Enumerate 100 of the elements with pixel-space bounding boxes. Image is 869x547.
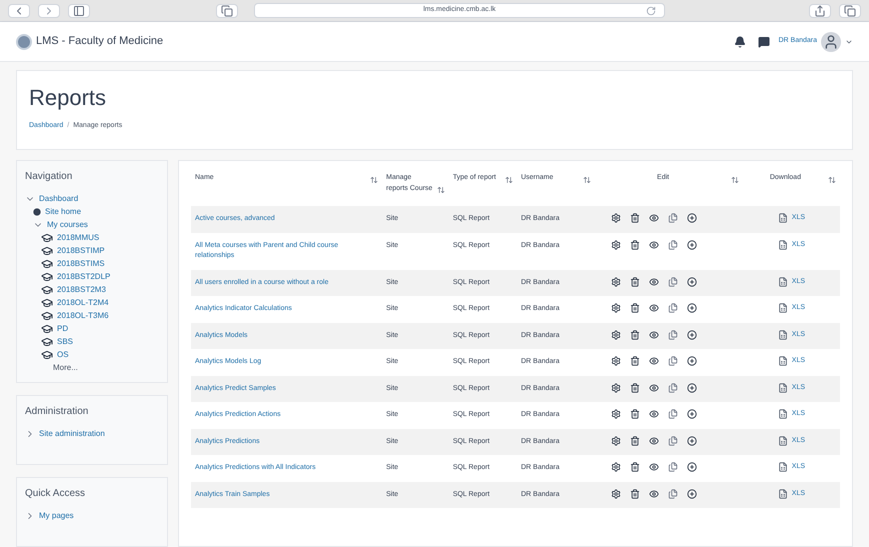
plus-circle-icon[interactable] — [687, 276, 698, 286]
nav-link[interactable]: 2018BSTIMS — [57, 258, 105, 270]
delete-icon[interactable] — [630, 356, 640, 366]
nav-link[interactable]: 2018OL-T3M6 — [57, 310, 109, 322]
notification-icon[interactable] — [734, 36, 746, 48]
delete-icon[interactable] — [630, 488, 640, 498]
plus-circle-icon[interactable] — [687, 382, 698, 392]
copy-icon[interactable] — [668, 382, 678, 392]
eye-icon[interactable] — [649, 436, 660, 446]
plus-circle-icon[interactable] — [687, 488, 698, 498]
eye-icon[interactable] — [649, 356, 660, 366]
eye-icon[interactable] — [649, 276, 660, 286]
settings-icon[interactable] — [611, 462, 622, 472]
eye-icon[interactable] — [649, 330, 660, 340]
sort-icon[interactable] — [504, 176, 513, 184]
copy-icon[interactable] — [668, 213, 678, 223]
nav-link[interactable]: 2018BST2M3 — [57, 284, 106, 296]
settings-icon[interactable] — [611, 303, 622, 313]
copy-icon[interactable] — [668, 462, 678, 472]
user-silhouette-icon — [823, 34, 839, 50]
graduation-cap-icon — [41, 322, 53, 334]
delete-icon[interactable] — [630, 382, 640, 392]
copy-icon[interactable] — [668, 356, 678, 366]
back-button[interactable] — [8, 4, 30, 18]
nav-link[interactable]: PD — [57, 322, 68, 334]
plus-circle-icon[interactable] — [687, 436, 698, 446]
settings-icon[interactable] — [611, 356, 622, 366]
copy-icon[interactable] — [668, 303, 678, 313]
settings-icon[interactable] — [611, 436, 622, 446]
plus-circle-icon[interactable] — [687, 462, 698, 472]
graduation-cap-icon — [41, 310, 53, 322]
plus-circle-icon[interactable] — [687, 303, 698, 313]
site-name[interactable]: LMS - Faculty of Medicine — [36, 33, 164, 50]
spreadsheet-icon — [778, 436, 788, 446]
eye-icon[interactable] — [649, 213, 660, 223]
eye-icon[interactable] — [649, 462, 660, 472]
nav-link[interactable]: Dashboard — [39, 192, 78, 204]
eye-icon[interactable] — [649, 409, 660, 419]
settings-icon[interactable] — [611, 488, 622, 498]
nav-link[interactable]: 2018OL-T2M4 — [57, 296, 109, 308]
delete-icon[interactable] — [630, 213, 640, 223]
reload-icon[interactable] — [646, 6, 656, 16]
sort-icon[interactable] — [370, 176, 378, 184]
settings-icon[interactable] — [611, 409, 622, 419]
page-title: Reports — [29, 87, 108, 109]
copy-icon[interactable] — [668, 436, 678, 446]
plus-circle-icon[interactable] — [687, 409, 698, 419]
delete-icon[interactable] — [630, 240, 640, 250]
delete-icon[interactable] — [630, 276, 640, 286]
plus-circle-icon[interactable] — [687, 356, 698, 366]
sort-icon[interactable] — [583, 176, 592, 184]
settings-icon[interactable] — [611, 330, 622, 340]
nav-link[interactable]: 2018BSTIMP — [57, 244, 105, 256]
copy-icon[interactable] — [668, 488, 678, 498]
settings-icon[interactable] — [611, 276, 622, 286]
delete-icon[interactable] — [630, 462, 640, 472]
nav-link[interactable]: 2018BST2DLP — [57, 270, 110, 282]
eye-icon[interactable] — [649, 240, 660, 250]
nav-link[interactable]: More... — [41, 362, 78, 374]
eye-icon[interactable] — [649, 488, 660, 498]
copy-icon[interactable] — [668, 240, 678, 250]
graduation-cap-icon — [41, 244, 53, 256]
plus-circle-icon[interactable] — [687, 240, 698, 250]
share-button[interactable] — [809, 4, 831, 18]
plus-circle-icon[interactable] — [687, 330, 698, 340]
avatar-icon[interactable] — [821, 32, 841, 52]
delete-icon[interactable] — [630, 436, 640, 446]
plus-circle-icon[interactable] — [687, 213, 698, 223]
block-title: Administration — [25, 405, 90, 419]
nav-link[interactable]: OS — [57, 348, 69, 360]
sort-icon[interactable] — [730, 176, 739, 184]
sort-icon[interactable] — [436, 186, 445, 194]
tabs-button[interactable] — [839, 4, 861, 18]
graduation-cap-icon — [41, 284, 53, 296]
delete-icon[interactable] — [630, 330, 640, 340]
nav-link[interactable]: Site administration — [39, 428, 105, 440]
copy-icon[interactable] — [668, 409, 678, 419]
graduation-cap-icon — [41, 232, 53, 244]
settings-icon[interactable] — [611, 240, 622, 250]
nav-link[interactable]: SBS — [57, 336, 74, 348]
delete-icon[interactable] — [630, 409, 640, 419]
copy-icon[interactable] — [668, 330, 678, 340]
nav-link[interactable]: 2018MMUS — [57, 232, 100, 244]
spreadsheet-icon — [778, 462, 788, 472]
site-logo-icon[interactable] — [16, 34, 32, 50]
settings-icon[interactable] — [611, 382, 622, 392]
message-icon[interactable] — [758, 36, 770, 48]
copy-icon[interactable] — [668, 276, 678, 286]
nav-link[interactable]: My pages — [39, 510, 74, 522]
settings-icon[interactable] — [611, 213, 622, 223]
spreadsheet-icon — [778, 303, 788, 314]
nav-link[interactable]: Site home — [45, 206, 82, 218]
nav-link[interactable]: My courses — [47, 218, 88, 230]
sort-icon[interactable] — [828, 176, 836, 184]
sidebar-button[interactable] — [68, 4, 90, 18]
eye-icon[interactable] — [649, 303, 660, 313]
tab-overview-button[interactable] — [216, 4, 238, 18]
share-icon — [814, 4, 826, 16]
delete-icon[interactable] — [630, 303, 640, 313]
eye-icon[interactable] — [649, 382, 660, 392]
